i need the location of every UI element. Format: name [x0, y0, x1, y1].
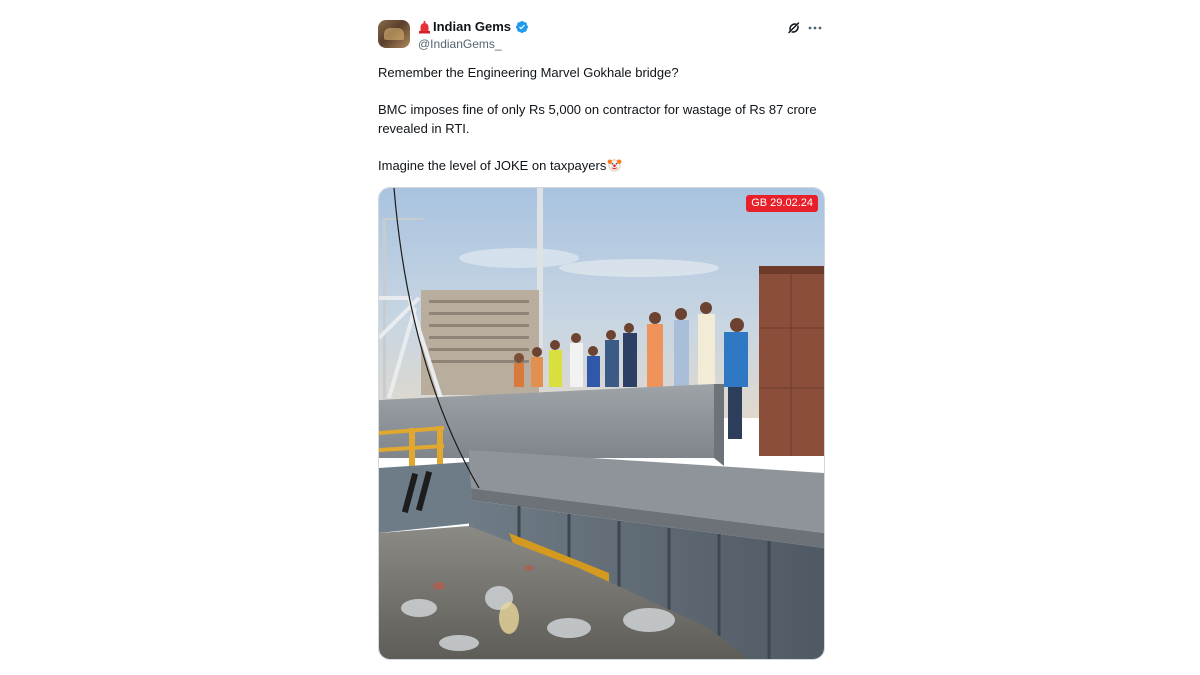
date-overlay-badge: GB 29.02.24: [746, 195, 818, 212]
tweet: Indian Gems @IndianGems_ Remember the En…: [378, 16, 825, 660]
more-options-icon[interactable]: [807, 20, 823, 36]
author-handle[interactable]: @IndianGems_: [418, 37, 502, 51]
grok-icon[interactable]: [786, 20, 802, 36]
tweet-text: Remember the Engineering Marvel Gokhale …: [378, 64, 824, 175]
bridge-photo: [379, 188, 824, 659]
tweet-header: Indian Gems @IndianGems_: [378, 16, 824, 56]
clown-face-emoji: [607, 157, 622, 172]
tweet-paragraph: Remember the Engineering Marvel Gokhale …: [378, 65, 679, 80]
verified-badge-icon: [515, 20, 529, 34]
author-name-line[interactable]: Indian Gems: [418, 19, 529, 35]
tweet-paragraph-text: Imagine the level of JOKE on taxpayers: [378, 157, 607, 173]
tweet-paragraph-last: Imagine the level of JOKE on taxpayers: [378, 157, 824, 176]
author-avatar[interactable]: [378, 20, 410, 48]
red-siren-icon: [418, 20, 431, 34]
author-name[interactable]: Indian Gems: [433, 19, 511, 35]
tweet-media-photo[interactable]: GB 29.02.24: [378, 187, 825, 660]
tweet-paragraph: BMC imposes fine of only Rs 5,000 on con…: [378, 102, 817, 136]
